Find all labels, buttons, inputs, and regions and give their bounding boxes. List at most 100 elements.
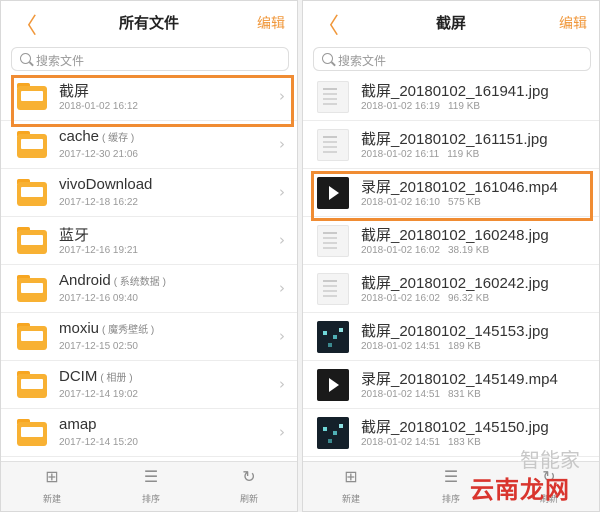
image-thumbnail xyxy=(317,273,349,305)
folder-row[interactable]: DCIM( 相册 ) 2017-12-14 19:02 › xyxy=(1,361,297,409)
file-row[interactable]: 截屏_20180102_161151.jpg 2018-01-02 16:11 1… xyxy=(303,121,599,169)
file-meta: 2018-01-02 14:51 189 KB xyxy=(361,341,481,352)
chevron-right-icon: › xyxy=(279,279,285,297)
edit-button[interactable]: 编辑 xyxy=(257,13,285,33)
file-meta: 2018-01-02 14:51 831 KB xyxy=(361,389,481,400)
new-label: 新建 xyxy=(341,494,360,504)
sort-button[interactable]: ☰ 排序 xyxy=(431,468,471,505)
file-name: 截屏_20180102_145150.jpg xyxy=(361,419,549,436)
file-list: 截屏_20180102_161941.jpg 2018-01-02 16:19 1… xyxy=(303,73,599,457)
faint-watermark: 智能家 xyxy=(520,450,580,472)
file-row[interactable]: 录屏_20180102_145149.mp4 2018-01-02 14:51 8… xyxy=(303,361,599,409)
folder-note: ( 缓存 ) xyxy=(102,133,135,144)
page-title: 所有文件 xyxy=(118,15,179,32)
folder-row[interactable]: amap 2017-12-14 15:20 › xyxy=(1,409,297,457)
folder-note: ( 系统数据 ) xyxy=(113,277,166,288)
file-name: 截屏_20180102_145153.jpg xyxy=(361,323,549,340)
folder-note: ( 魔秀壁纸 ) xyxy=(102,325,155,336)
folder-name: cache( 缓存 ) xyxy=(59,128,135,145)
folder-name: 蓝牙 xyxy=(59,227,90,244)
new-button[interactable]: ⊞ 新建 xyxy=(331,468,371,505)
folder-date: 2017-12-16 19:21 xyxy=(59,245,138,256)
site-watermark: 云南龙网 xyxy=(470,477,570,504)
folder-date: 2017-12-14 19:02 xyxy=(59,389,138,400)
search-icon xyxy=(20,53,31,64)
search-input[interactable]: 搜索文件 xyxy=(313,47,591,71)
refresh-button[interactable]: ↻ 刷新 xyxy=(229,468,269,505)
new-folder-icon: ⊞ xyxy=(344,467,358,486)
folder-name: vivoDownload xyxy=(59,176,153,193)
sort-label: 排序 xyxy=(441,494,460,504)
file-meta: 2018-01-02 16:11 119 KB xyxy=(361,149,480,160)
folder-note: ( 相册 ) xyxy=(100,373,133,384)
folder-icon xyxy=(17,227,47,255)
new-label: 新建 xyxy=(42,494,61,504)
nav-bar: 〈 截屏 编辑 xyxy=(303,1,599,41)
file-name: 录屏_20180102_145149.mp4 xyxy=(361,371,558,388)
image-thumbnail xyxy=(317,129,349,161)
folder-row[interactable]: Android( 系统数据 ) 2017-12-16 09:40 › xyxy=(1,265,297,313)
folder-date: 2017-12-15 02:50 xyxy=(59,341,138,352)
highlight-box xyxy=(11,75,294,127)
chevron-right-icon: › xyxy=(279,375,285,393)
file-name: 截屏_20180102_160242.jpg xyxy=(361,275,549,292)
image-thumbnail xyxy=(317,81,349,113)
file-name: 截屏_20180102_161151.jpg xyxy=(361,131,548,148)
file-row[interactable]: 截屏_20180102_145153.jpg 2018-01-02 14:51 1… xyxy=(303,313,599,361)
search-placeholder: 搜索文件 xyxy=(36,54,85,68)
file-meta: 2018-01-02 14:51 183 KB xyxy=(361,437,481,448)
folder-row[interactable]: 蓝牙 2017-12-16 19:21 › xyxy=(1,217,297,265)
folder-icon xyxy=(17,419,47,447)
search-icon xyxy=(322,53,333,64)
edit-button[interactable]: 编辑 xyxy=(559,13,587,33)
search-placeholder: 搜索文件 xyxy=(338,54,387,68)
folder-icon xyxy=(17,371,47,399)
folder-name: Android( 系统数据 ) xyxy=(59,272,166,289)
folder-icon xyxy=(17,131,47,159)
video-thumbnail xyxy=(317,369,349,401)
highlight-box xyxy=(311,171,593,221)
chevron-right-icon: › xyxy=(279,231,285,249)
chevron-right-icon: › xyxy=(279,183,285,201)
image-thumbnail xyxy=(317,417,349,449)
file-meta: 2018-01-02 16:19 119 KB xyxy=(361,101,481,112)
folder-icon xyxy=(17,323,47,351)
file-row[interactable]: 截屏_20180102_160248.jpg 2018-01-02 16:02 3… xyxy=(303,217,599,265)
file-name: 截屏_20180102_160248.jpg xyxy=(361,227,549,244)
folder-date: 2017-12-14 15:20 xyxy=(59,437,138,448)
sort-label: 排序 xyxy=(141,494,160,504)
all-files-screen: 〈 所有文件 编辑 搜索文件 截屏 2018-01-02 16:12 › cac… xyxy=(0,0,298,512)
folder-date: 2017-12-16 09:40 xyxy=(59,293,138,304)
page-title: 截屏 xyxy=(435,15,466,32)
folder-name: DCIM( 相册 ) xyxy=(59,368,133,385)
chevron-right-icon: › xyxy=(279,423,285,441)
refresh-icon: ↻ xyxy=(242,467,256,486)
file-row[interactable]: 截屏_20180102_161941.jpg 2018-01-02 16:19 1… xyxy=(303,73,599,121)
new-button[interactable]: ⊞ 新建 xyxy=(32,468,72,505)
search-input[interactable]: 搜索文件 xyxy=(11,47,289,71)
screenshots-folder-screen: 〈 截屏 编辑 搜索文件 截屏_20180102_161941.jpg 2018… xyxy=(302,0,600,512)
folder-date: 2017-12-30 21:06 xyxy=(59,149,138,160)
folder-row[interactable]: moxiu( 魔秀壁纸 ) 2017-12-15 02:50 › xyxy=(1,313,297,361)
refresh-label: 刷新 xyxy=(239,494,258,504)
image-thumbnail xyxy=(317,321,349,353)
chevron-right-icon: › xyxy=(279,135,285,153)
folder-icon xyxy=(17,179,47,207)
chevron-right-icon: › xyxy=(279,327,285,345)
folder-date: 2017-12-18 16:22 xyxy=(59,197,138,208)
folder-name: moxiu( 魔秀壁纸 ) xyxy=(59,320,155,337)
image-thumbnail xyxy=(317,225,349,257)
folder-row[interactable]: cache( 缓存 ) 2017-12-30 21:06 › xyxy=(1,121,297,169)
bottom-toolbar: ⊞ 新建 ☰ 排序 ↻ 刷新 xyxy=(1,461,297,511)
nav-bar: 〈 所有文件 编辑 xyxy=(1,1,297,41)
file-row[interactable]: 截屏_20180102_160242.jpg 2018-01-02 16:02 9… xyxy=(303,265,599,313)
sort-icon: ☰ xyxy=(443,467,459,486)
folder-name: amap xyxy=(59,416,97,433)
folder-icon xyxy=(17,275,47,303)
folder-list: 截屏 2018-01-02 16:12 › cache( 缓存 ) 2017-1… xyxy=(1,73,297,457)
folder-row[interactable]: vivoDownload 2017-12-18 16:22 › xyxy=(1,169,297,217)
sort-button[interactable]: ☰ 排序 xyxy=(131,468,171,505)
new-folder-icon: ⊞ xyxy=(45,467,59,486)
file-meta: 2018-01-02 16:02 96.32 KB xyxy=(361,293,490,304)
sort-icon: ☰ xyxy=(143,467,159,486)
